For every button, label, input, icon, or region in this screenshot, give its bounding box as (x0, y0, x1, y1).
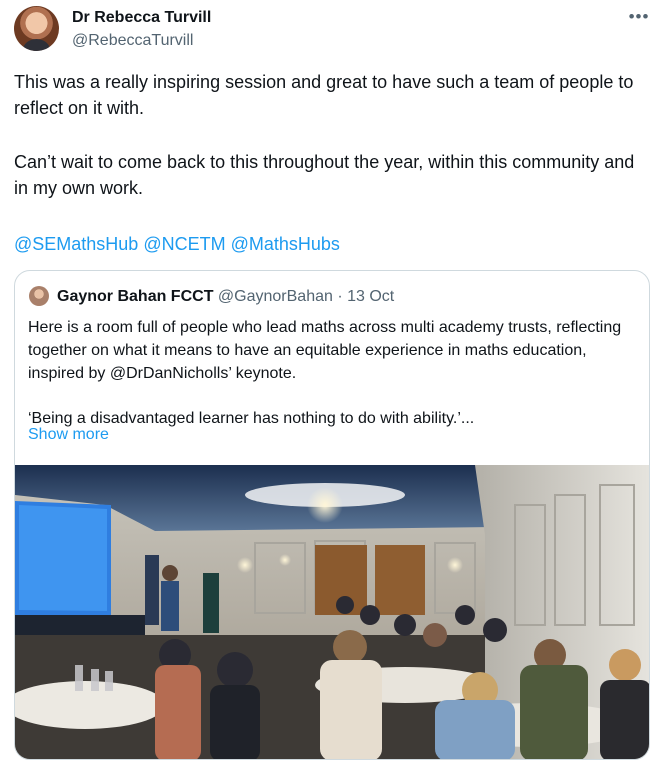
quoted-tweet-card[interactable]: Gaynor Bahan FCCT @GaynorBahan · 13 Oct … (14, 270, 650, 760)
tweet-mentions: @SEMathsHub @NCETM @MathsHubs (14, 231, 340, 257)
mention-link-ncetm[interactable]: @NCETM (143, 234, 225, 254)
mention-link-mathshubs[interactable]: @MathsHubs (231, 234, 340, 254)
quoted-tweet-text-2: ‘Being a disadvantaged learner has nothi… (28, 410, 475, 427)
mention-link-semathshub[interactable]: @SEMathsHub (14, 234, 138, 254)
quoted-tweet-text-1: Here is a room full of people who lead m… (28, 319, 622, 382)
show-more-link[interactable]: Show more (28, 426, 109, 444)
quoted-author-avatar (29, 286, 49, 306)
tweet-text-paragraph-2: Can’t wait to come back to this througho… (14, 152, 635, 198)
author-handle[interactable]: @RebeccaTurvill (72, 32, 193, 50)
quoted-author-name: Gaynor Bahan FCCT (57, 288, 214, 305)
quoted-tweet-header: Gaynor Bahan FCCT @GaynorBahan · 13 Oct (57, 288, 394, 306)
author-name[interactable]: Dr Rebecca Turvill (72, 9, 211, 27)
quoted-author-meta: @GaynorBahan · 13 Oct (217, 288, 395, 305)
author-avatar[interactable] (14, 6, 59, 51)
tweet-text-paragraph-1: This was a really inspiring session and … (14, 72, 634, 118)
conference-room-photo[interactable] (15, 465, 650, 760)
more-options-icon[interactable]: ••• (626, 7, 652, 27)
